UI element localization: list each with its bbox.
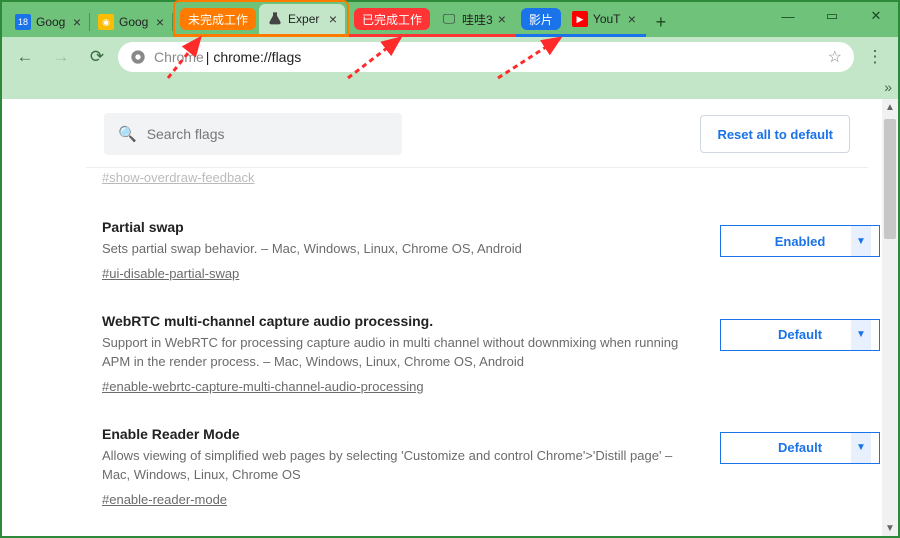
- flag-description: Allows viewing of simplified web pages b…: [102, 446, 700, 485]
- close-tab-icon[interactable]: ×: [628, 12, 636, 26]
- back-button[interactable]: ←: [10, 42, 40, 72]
- tab-group-pill[interactable]: 已完成工作: [354, 8, 430, 30]
- bookmark-overflow-icon[interactable]: »: [884, 79, 892, 95]
- vertical-scrollbar[interactable]: ▲ ▼: [882, 99, 898, 536]
- titlebar: — ▭ ✕ 18 Goog × ◉ Goog × 未完成工作 Ex: [2, 2, 898, 37]
- minimize-button[interactable]: —: [766, 2, 810, 30]
- flag-dropdown[interactable]: Default ▼: [720, 432, 880, 464]
- tab-label: 哇哇3: [462, 11, 493, 28]
- tab-wawa[interactable]: 🖵 哇哇3 ×: [433, 4, 514, 34]
- tab-group-video[interactable]: 影片 ▶ YouT ×: [516, 2, 646, 37]
- flag-anchor-link[interactable]: #ui-disable-partial-swap: [102, 266, 239, 281]
- tab-group-pill[interactable]: 未完成工作: [180, 8, 256, 30]
- flag-dropdown-value: Enabled: [775, 234, 826, 249]
- close-tab-icon[interactable]: ×: [498, 12, 506, 26]
- tab-google-1[interactable]: 18 Goog ×: [7, 7, 89, 37]
- flag-dropdown-value: Default: [778, 440, 822, 455]
- flag-item: Partial swap Sets partial swap behavior.…: [102, 219, 880, 283]
- calendar-icon: 18: [15, 14, 31, 30]
- flag-item: WebRTC multi-channel capture audio proce…: [102, 313, 880, 396]
- scrollbar-thumb[interactable]: [884, 119, 896, 239]
- chevron-down-icon: ▼: [851, 320, 871, 350]
- reset-all-button[interactable]: Reset all to default: [700, 115, 850, 153]
- bookmark-bar: »: [2, 77, 898, 99]
- tab-label: Goog: [119, 15, 151, 29]
- tab-youtube[interactable]: ▶ YouT ×: [564, 4, 644, 34]
- flag-dropdown[interactable]: Enabled ▼: [720, 225, 880, 257]
- close-button[interactable]: ✕: [854, 2, 898, 30]
- page-content: 🔍 Search flags Reset all to default #sho…: [2, 99, 898, 536]
- flag-anchor-link[interactable]: #show-overdraw-feedback: [102, 170, 254, 185]
- reload-button[interactable]: ⟳: [82, 42, 112, 72]
- close-tab-icon[interactable]: ×: [156, 15, 164, 29]
- monitor-icon: 🖵: [441, 11, 457, 27]
- flask-icon: [267, 11, 283, 27]
- maximize-button[interactable]: ▭: [810, 2, 854, 30]
- flag-title: WebRTC multi-channel capture audio proce…: [102, 313, 700, 329]
- flag-title: Partial swap: [102, 219, 700, 235]
- lightbulb-icon: ◉: [98, 14, 114, 30]
- tab-group-pill[interactable]: 影片: [521, 8, 561, 30]
- tab-label: Exper: [288, 12, 324, 26]
- flag-title: Enable Reader Mode: [102, 426, 700, 442]
- bookmark-star-icon[interactable]: ☆: [828, 47, 842, 67]
- search-placeholder: Search flags: [147, 126, 225, 142]
- tabstrip: 18 Goog × ◉ Goog × 未完成工作 Exper ×: [2, 2, 676, 37]
- new-tab-button[interactable]: +: [646, 7, 676, 37]
- flag-dropdown[interactable]: Default ▼: [720, 319, 880, 351]
- flag-dropdown-value: Default: [778, 327, 822, 342]
- flag-description: Support in WebRTC for processing capture…: [102, 333, 700, 372]
- tab-label: Goog: [36, 15, 68, 29]
- flag-item: Enable Reader Mode Allows viewing of sim…: [102, 426, 880, 509]
- search-icon: 🔍: [118, 125, 137, 143]
- tab-experiments[interactable]: Exper ×: [259, 4, 345, 34]
- scroll-down-icon[interactable]: ▼: [882, 520, 898, 536]
- toolbar: ← → ⟳ Chrome | chrome://flags ☆ ⋮: [2, 37, 898, 77]
- address-bar[interactable]: Chrome | chrome://flags ☆: [118, 42, 854, 72]
- menu-button[interactable]: ⋮: [860, 42, 890, 72]
- chevron-down-icon: ▼: [851, 433, 871, 463]
- url-scheme: Chrome: [154, 49, 204, 65]
- url-path: | chrome://flags: [206, 49, 301, 65]
- forward-button[interactable]: →: [46, 42, 76, 72]
- window-controls: — ▭ ✕: [766, 2, 898, 30]
- tab-google-2[interactable]: ◉ Goog ×: [90, 7, 172, 37]
- flags-list: #show-overdraw-feedback Partial swap Set…: [2, 168, 898, 536]
- tab-group-finished[interactable]: 已完成工作 🖵 哇哇3 ×: [349, 2, 516, 37]
- search-input[interactable]: 🔍 Search flags: [104, 113, 402, 155]
- scroll-up-icon[interactable]: ▲: [882, 99, 898, 115]
- flag-anchor-link[interactable]: #enable-webrtc-capture-multi-channel-aud…: [102, 379, 424, 394]
- tab-group-unfinished[interactable]: 未完成工作 Exper ×: [173, 0, 349, 37]
- chevron-down-icon: ▼: [851, 226, 871, 256]
- close-tab-icon[interactable]: ×: [329, 12, 337, 26]
- flags-header: 🔍 Search flags Reset all to default: [86, 99, 868, 168]
- close-tab-icon[interactable]: ×: [73, 15, 81, 29]
- flag-description: Sets partial swap behavior. – Mac, Windo…: [102, 239, 700, 259]
- youtube-icon: ▶: [572, 11, 588, 27]
- tab-label: YouT: [593, 12, 623, 26]
- chrome-icon: [130, 49, 146, 65]
- flag-anchor-link[interactable]: #enable-reader-mode: [102, 492, 227, 507]
